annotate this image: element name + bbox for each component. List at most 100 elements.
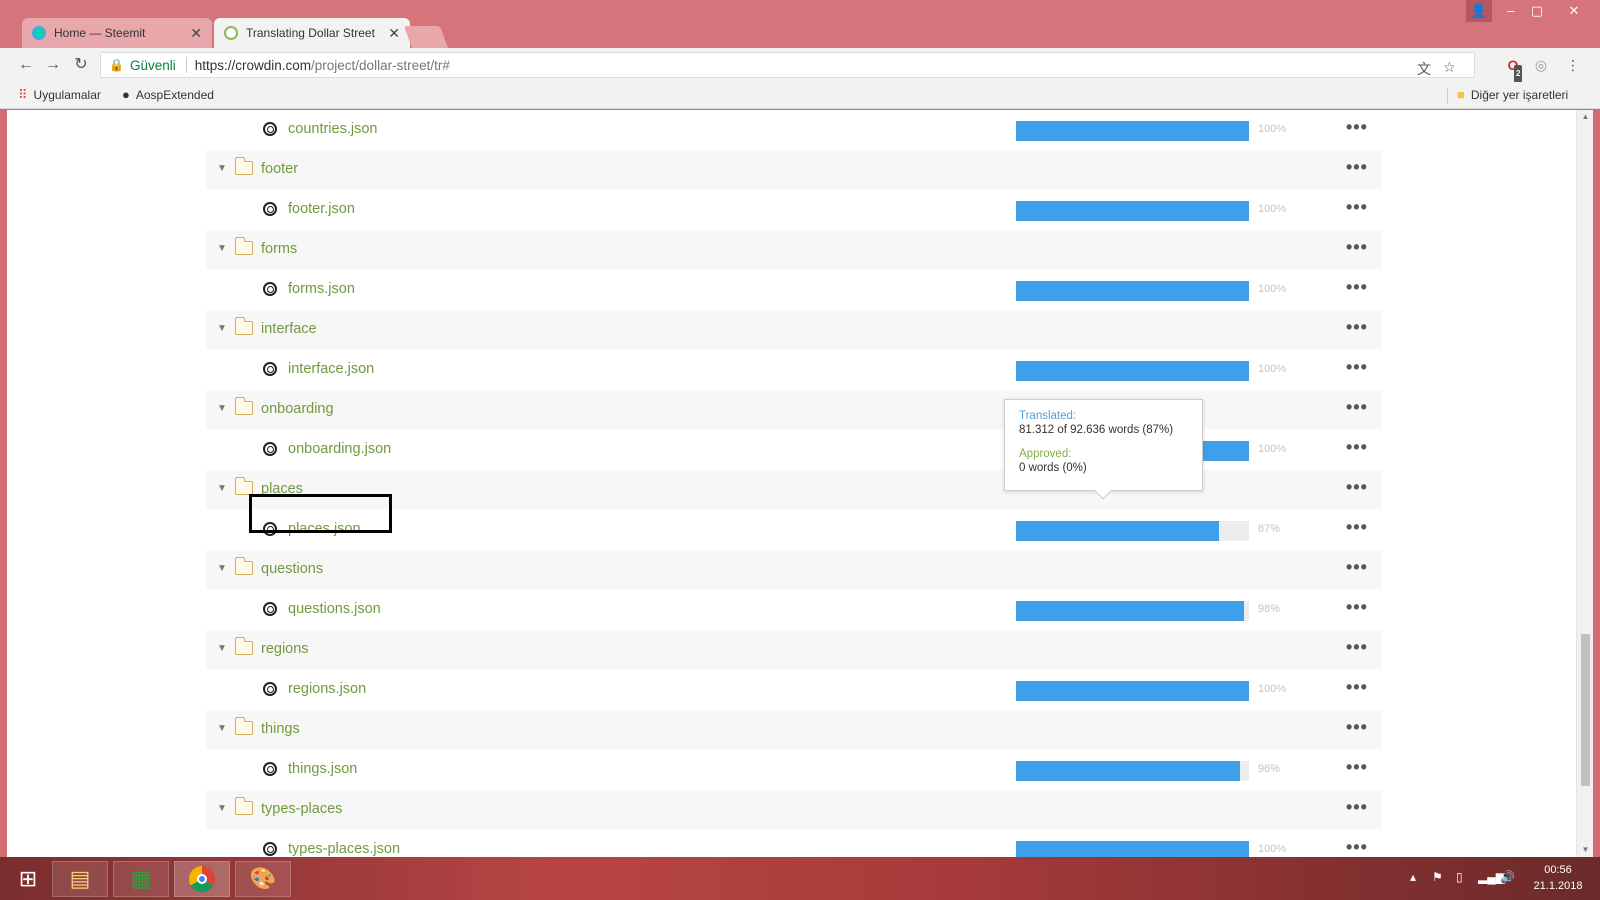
- bookmark-other[interactable]: ■ Diğer yer işaretleri: [1457, 87, 1568, 102]
- more-options-icon[interactable]: •••: [1346, 677, 1368, 698]
- more-options-icon[interactable]: •••: [1346, 397, 1368, 418]
- tab-steemit[interactable]: Home — Steemit ✕: [22, 18, 212, 48]
- scrollbar-thumb[interactable]: [1581, 634, 1590, 786]
- action-center-flag-icon[interactable]: ⚑: [1432, 870, 1443, 884]
- close-icon[interactable]: ✕: [190, 25, 202, 42]
- file-name[interactable]: onboarding.json: [288, 441, 391, 457]
- more-options-icon[interactable]: •••: [1346, 357, 1368, 378]
- translation-progress-bar[interactable]: [1016, 601, 1249, 621]
- more-options-icon[interactable]: •••: [1346, 837, 1368, 857]
- file-row[interactable]: interface.json 100% •••: [206, 350, 1382, 390]
- more-options-icon[interactable]: •••: [1346, 197, 1368, 218]
- address-bar[interactable]: 🔒 Güvenli https://crowdin.com/project/do…: [100, 52, 1475, 78]
- translation-progress-bar[interactable]: [1016, 201, 1249, 221]
- file-row[interactable]: regions.json 100% •••: [206, 670, 1382, 710]
- forward-icon[interactable]: →: [43, 55, 63, 75]
- more-options-icon[interactable]: •••: [1346, 637, 1368, 658]
- translation-progress-bar[interactable]: [1016, 521, 1249, 541]
- folder-row[interactable]: ▼ types-places •••: [206, 790, 1382, 830]
- file-name[interactable]: footer.json: [288, 201, 355, 217]
- maximize-icon[interactable]: ▢: [1522, 0, 1552, 22]
- file-name[interactable]: questions.json: [288, 601, 381, 617]
- file-name[interactable]: interface.json: [288, 361, 374, 377]
- more-options-icon[interactable]: •••: [1346, 117, 1368, 138]
- translation-progress-bar[interactable]: [1016, 841, 1249, 857]
- extension-icon[interactable]: ◎: [1532, 56, 1550, 74]
- tray-overflow-icon[interactable]: ▴: [1410, 870, 1416, 884]
- windows-start-icon[interactable]: ⊞: [0, 861, 56, 897]
- translation-progress-bar[interactable]: [1016, 681, 1249, 701]
- folder-row[interactable]: ▼ forms •••: [206, 230, 1382, 270]
- folder-row[interactable]: ▼ places •••: [206, 470, 1382, 510]
- user-profile-icon[interactable]: 👤: [1466, 0, 1492, 22]
- folder-row[interactable]: ▼ things •••: [206, 710, 1382, 750]
- file-row[interactable]: countries.json 100% •••: [206, 110, 1382, 150]
- bookmark-aospextended[interactable]: ● AospExtended: [122, 87, 214, 102]
- folder-name[interactable]: interface: [261, 321, 317, 337]
- opera-extension-icon[interactable]: O2: [1504, 56, 1523, 83]
- store-icon[interactable]: ▦: [113, 861, 169, 897]
- reload-icon[interactable]: ↻: [71, 55, 91, 75]
- scroll-down-icon[interactable]: ▼: [1577, 843, 1594, 857]
- folder-row[interactable]: ▼ regions •••: [206, 630, 1382, 670]
- folder-name[interactable]: types-places: [261, 801, 342, 817]
- folder-name[interactable]: places: [261, 481, 303, 497]
- folder-row[interactable]: ▼ onboarding •••: [206, 390, 1382, 430]
- file-name[interactable]: forms.json: [288, 281, 355, 297]
- translation-progress-bar[interactable]: [1016, 281, 1249, 301]
- folder-name[interactable]: forms: [261, 241, 297, 257]
- file-row[interactable]: places.json 87% •••: [206, 510, 1382, 550]
- battery-icon[interactable]: ▯: [1456, 870, 1463, 884]
- expand-caret-icon[interactable]: ▼: [217, 163, 227, 174]
- file-row[interactable]: onboarding.json 100% •••: [206, 430, 1382, 470]
- more-options-icon[interactable]: •••: [1346, 277, 1368, 298]
- translation-progress-bar[interactable]: [1016, 361, 1249, 381]
- vertical-scrollbar[interactable]: ▲ ▼: [1576, 110, 1593, 857]
- folder-row[interactable]: ▼ interface •••: [206, 310, 1382, 350]
- volume-icon[interactable]: 🔊: [1500, 870, 1515, 884]
- file-name[interactable]: places.json: [288, 521, 361, 537]
- taskbar-clock[interactable]: 00:56 21.1.2018: [1528, 862, 1588, 894]
- file-name[interactable]: regions.json: [288, 681, 366, 697]
- file-name[interactable]: types-places.json: [288, 841, 400, 857]
- more-options-icon[interactable]: •••: [1346, 757, 1368, 778]
- chrome-icon[interactable]: [174, 861, 230, 897]
- more-options-icon[interactable]: •••: [1346, 317, 1368, 338]
- expand-caret-icon[interactable]: ▼: [217, 243, 227, 254]
- translation-progress-bar[interactable]: [1016, 761, 1249, 781]
- more-options-icon[interactable]: •••: [1346, 597, 1368, 618]
- folder-row[interactable]: ▼ footer •••: [206, 150, 1382, 190]
- expand-caret-icon[interactable]: ▼: [217, 643, 227, 654]
- scroll-up-icon[interactable]: ▲: [1577, 110, 1594, 124]
- folder-name[interactable]: things: [261, 721, 300, 737]
- more-options-icon[interactable]: •••: [1346, 477, 1368, 498]
- close-icon[interactable]: ✕: [388, 25, 400, 42]
- expand-caret-icon[interactable]: ▼: [217, 723, 227, 734]
- menu-icon[interactable]: ⋮: [1564, 56, 1582, 74]
- more-options-icon[interactable]: •••: [1346, 797, 1368, 818]
- file-name[interactable]: countries.json: [288, 121, 377, 137]
- expand-caret-icon[interactable]: ▼: [217, 323, 227, 334]
- more-options-icon[interactable]: •••: [1346, 237, 1368, 258]
- translate-icon[interactable]: 文: [1417, 59, 1431, 79]
- file-explorer-icon[interactable]: ▤: [52, 861, 108, 897]
- folder-row[interactable]: ▼ questions •••: [206, 550, 1382, 590]
- expand-caret-icon[interactable]: ▼: [217, 483, 227, 494]
- file-row[interactable]: things.json 96% •••: [206, 750, 1382, 790]
- new-tab-button[interactable]: [403, 26, 449, 48]
- more-options-icon[interactable]: •••: [1346, 557, 1368, 578]
- translation-progress-bar[interactable]: [1016, 121, 1249, 141]
- more-options-icon[interactable]: •••: [1346, 437, 1368, 458]
- folder-name[interactable]: onboarding: [261, 401, 334, 417]
- expand-caret-icon[interactable]: ▼: [217, 803, 227, 814]
- expand-caret-icon[interactable]: ▼: [217, 563, 227, 574]
- expand-caret-icon[interactable]: ▼: [217, 403, 227, 414]
- more-options-icon[interactable]: •••: [1346, 517, 1368, 538]
- file-row[interactable]: footer.json 100% •••: [206, 190, 1382, 230]
- file-row[interactable]: forms.json 100% •••: [206, 270, 1382, 310]
- paint-icon[interactable]: 🎨: [235, 861, 291, 897]
- tab-translating-dollar-street[interactable]: Translating Dollar Street ✕: [214, 18, 410, 48]
- bookmark-apps[interactable]: ⠿ Uygulamalar: [18, 87, 101, 103]
- close-window-icon[interactable]: ✕: [1552, 0, 1596, 22]
- folder-name[interactable]: footer: [261, 161, 298, 177]
